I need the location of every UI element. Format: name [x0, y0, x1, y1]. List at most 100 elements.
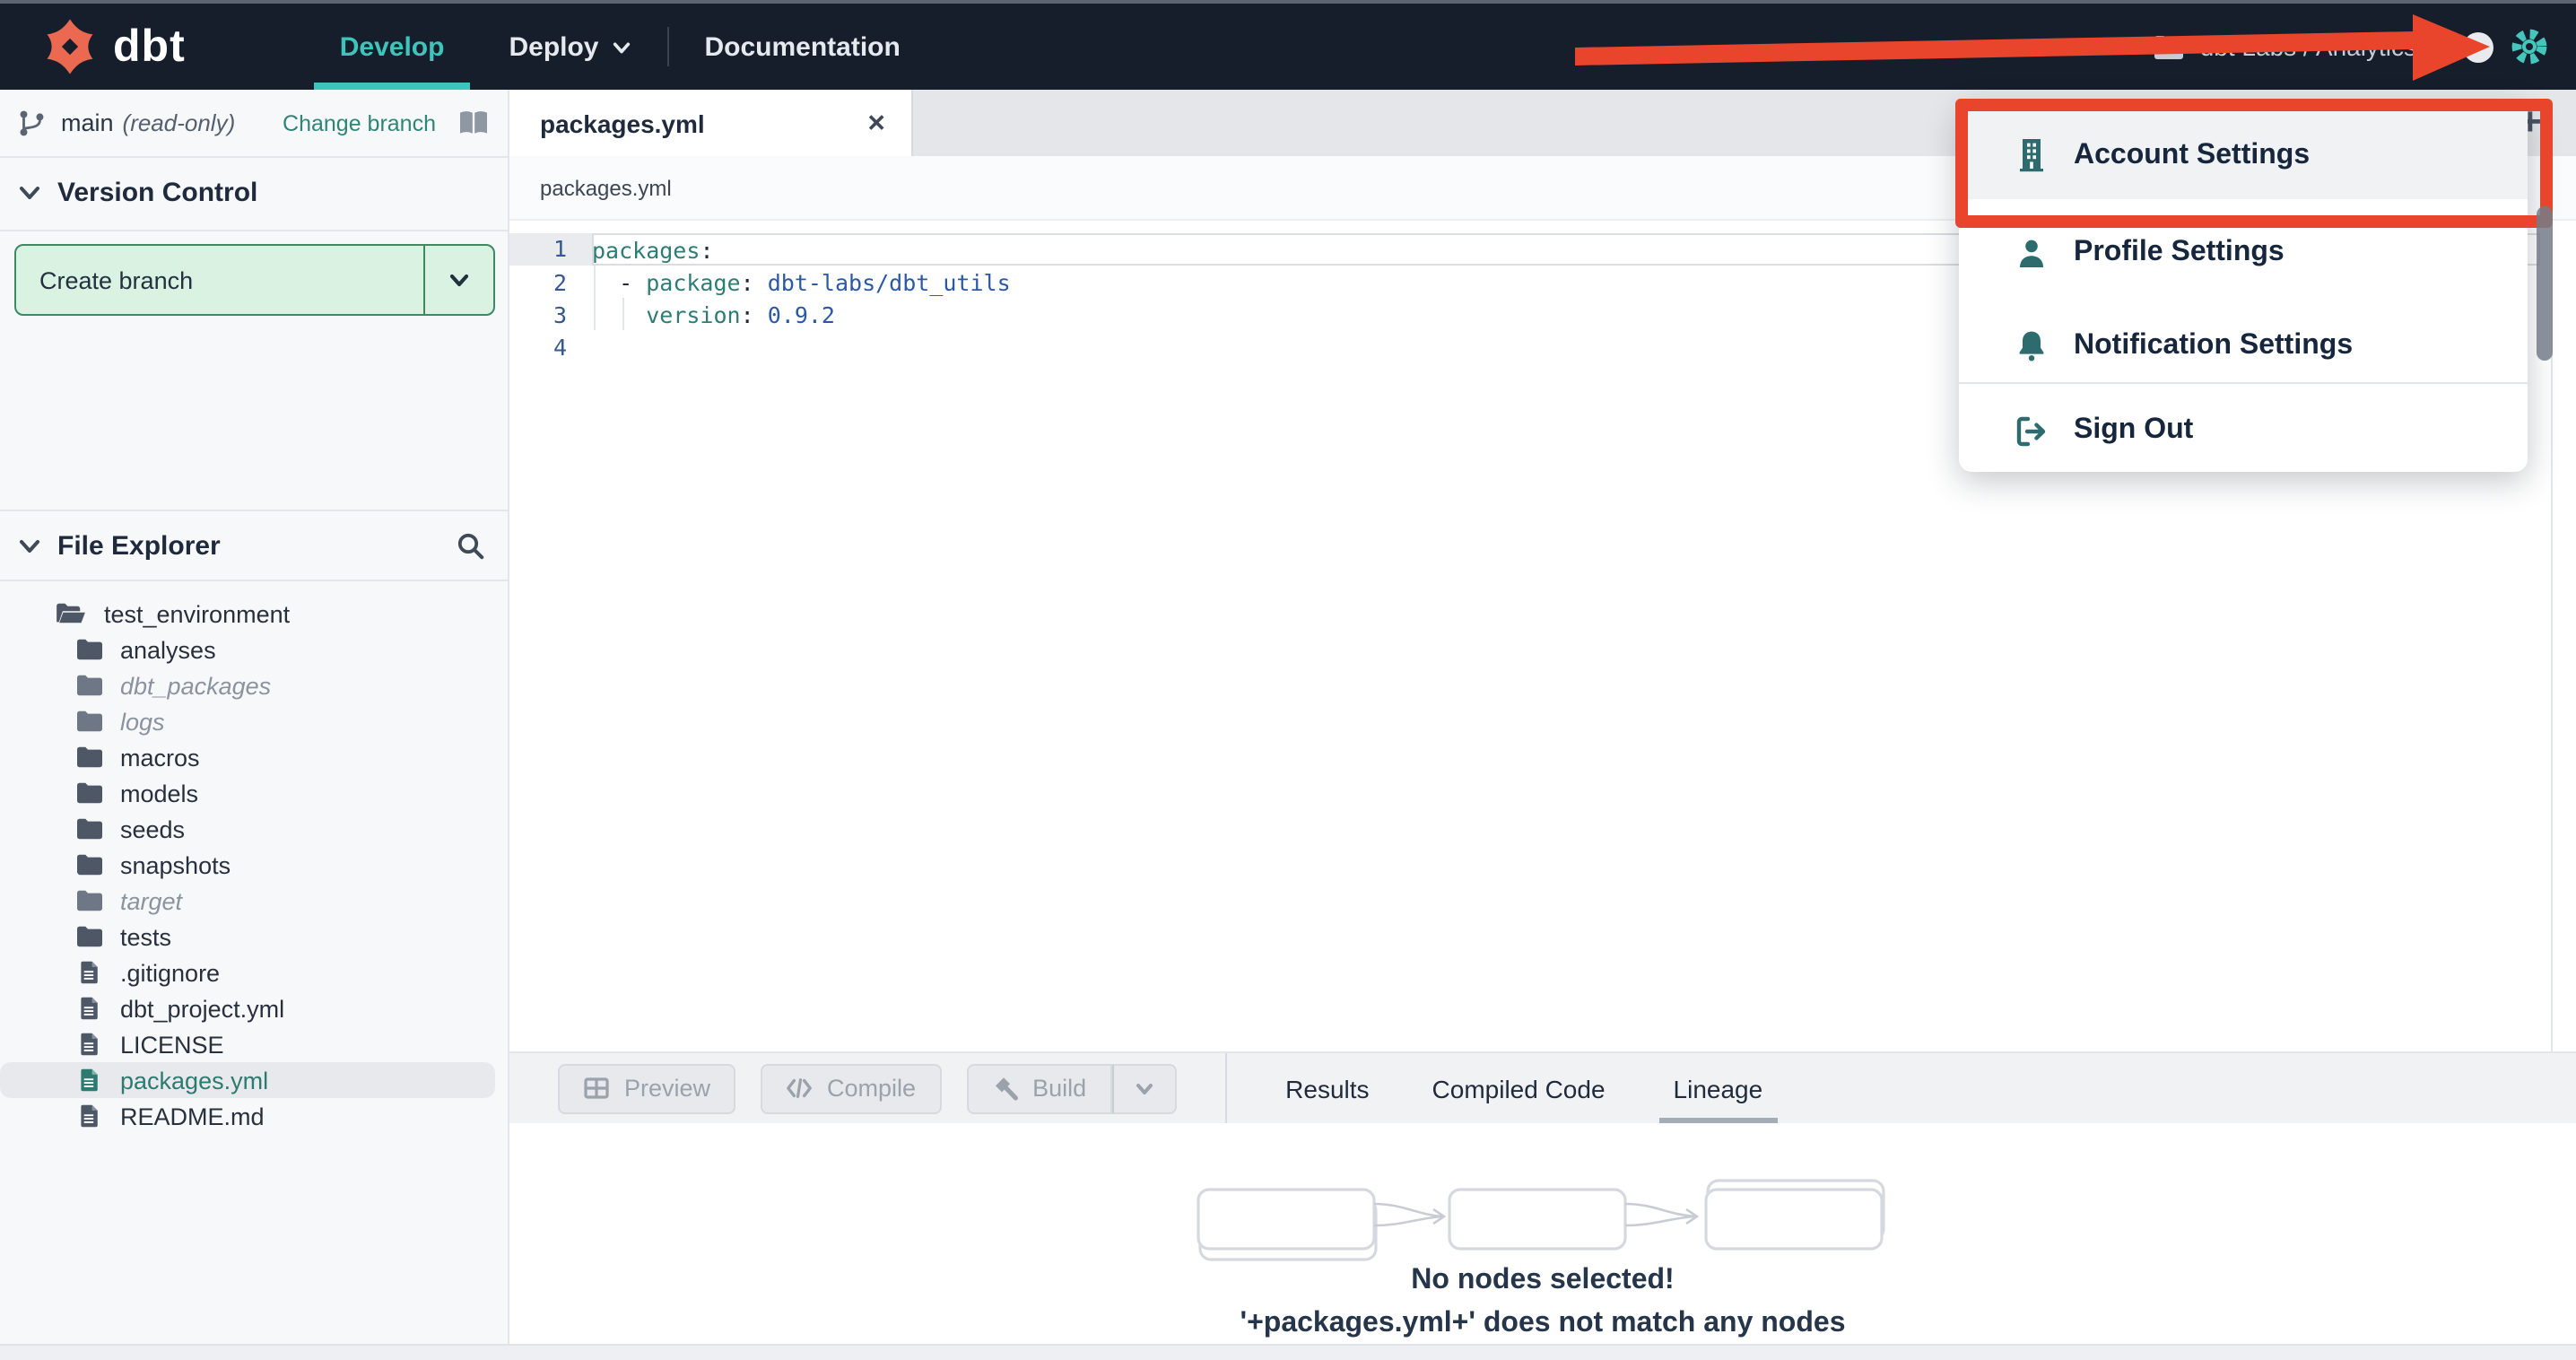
- version-control-title: Version Control: [57, 178, 258, 208]
- scrollbar-thumb[interactable]: [2537, 206, 2553, 361]
- sign-out-icon: [2016, 415, 2046, 446]
- bottom-action-bar: Preview Compile Build Results Compiled C…: [509, 1051, 2576, 1124]
- tree-item-folder[interactable]: analyses: [0, 632, 508, 667]
- chevron-down-icon: [1136, 1083, 1153, 1094]
- navbar-divider: [666, 27, 669, 66]
- file-icon: [81, 1068, 98, 1092]
- folder-icon: [77, 890, 102, 911]
- create-branch-dropdown-toggle[interactable]: [423, 246, 493, 314]
- branch-row: main (read-only) Change branch: [0, 90, 508, 158]
- tree-item-folder[interactable]: test_environment: [0, 596, 508, 632]
- indent-guide: [594, 266, 596, 330]
- tab-packages-yml[interactable]: packages.yml ✕: [509, 90, 913, 156]
- folder-icon: [77, 639, 102, 660]
- lineage-message-title: No nodes selected!: [1411, 1265, 1675, 1295]
- top-navbar: dbt Develop Deploy Documentation dbt Lab…: [0, 4, 2576, 90]
- hammer-icon: [991, 1075, 1018, 1102]
- line-number: 3: [553, 301, 567, 327]
- file-explorer-title: File Explorer: [57, 530, 221, 561]
- screenshot: dbt Develop Deploy Documentation dbt Lab…: [0, 0, 2576, 1360]
- tree-item-file-selected[interactable]: packages.yml: [0, 1062, 495, 1098]
- gear-icon[interactable]: [2510, 27, 2549, 66]
- nav-tab-deploy[interactable]: Deploy: [483, 4, 656, 90]
- tree-item-folder[interactable]: target: [0, 883, 508, 919]
- build-button-group: Build: [966, 1063, 1177, 1113]
- change-branch-link[interactable]: Change branch: [283, 110, 436, 135]
- develop-active-underline: [314, 83, 470, 90]
- line-number: 4: [553, 333, 567, 360]
- tree-item-file[interactable]: .gitignore: [0, 955, 508, 990]
- file-icon: [81, 997, 98, 1020]
- code-brackets-icon: [786, 1075, 813, 1102]
- folder-icon: [77, 854, 102, 876]
- left-sidebar: main (read-only) Change branch Version C…: [0, 90, 509, 1344]
- folder-icon: [77, 926, 102, 947]
- breadcrumb-file[interactable]: packages.yml: [540, 175, 672, 200]
- file-tree: test_environment analyses dbt_packages l…: [0, 596, 508, 1134]
- chevron-down-icon: [449, 274, 469, 287]
- nav-tab-develop[interactable]: Develop: [314, 4, 470, 90]
- create-branch-button[interactable]: Create branch: [14, 244, 495, 316]
- close-icon[interactable]: ✕: [866, 109, 886, 137]
- build-dropdown-toggle[interactable]: [1111, 1063, 1177, 1113]
- file-icon: [81, 1104, 98, 1128]
- lineage-panel: No nodes selected! '+packages.yml+' does…: [509, 1123, 2576, 1360]
- book-icon[interactable]: [457, 109, 490, 136]
- folder-icon: [77, 746, 102, 768]
- navbar-right: dbt Labs / Analytics: [2154, 27, 2576, 66]
- file-icon: [81, 961, 98, 984]
- compile-button[interactable]: Compile: [761, 1063, 942, 1113]
- menu-item-sign-out[interactable]: Sign Out: [1959, 384, 2528, 477]
- annotation-highlight-box: [1955, 99, 2553, 228]
- folder-open-icon: [57, 603, 85, 623]
- bottom-strip: [0, 1344, 2576, 1360]
- tree-item-folder[interactable]: seeds: [0, 811, 508, 847]
- tree-item-file[interactable]: LICENSE: [0, 1026, 508, 1062]
- tab-compiled-code[interactable]: Compiled Code: [1429, 1052, 1609, 1124]
- bell-icon: [2019, 330, 2044, 361]
- tree-item-folder[interactable]: logs: [0, 703, 508, 739]
- nav-tab-documentation[interactable]: Documentation: [680, 4, 926, 90]
- chevron-down-icon: [20, 187, 39, 199]
- tree-item-file[interactable]: README.md: [0, 1098, 508, 1134]
- account-breadcrumb[interactable]: dbt Labs / Analytics: [2154, 32, 2416, 61]
- dbt-logo-icon: [47, 19, 93, 74]
- panel-divider: [1224, 1052, 1227, 1124]
- git-branch-icon: [20, 110, 44, 136]
- current-branch-name: main: [61, 109, 114, 136]
- line-number: 1: [509, 233, 592, 266]
- dbt-logo-text: dbt: [113, 21, 186, 71]
- tree-item-folder[interactable]: models: [0, 775, 508, 811]
- preview-button[interactable]: Preview: [558, 1063, 736, 1113]
- chevron-down-icon: [20, 539, 39, 552]
- chevron-down-icon: [613, 41, 630, 53]
- lineage-message-detail: '+packages.yml+' does not match any node…: [1240, 1308, 1846, 1338]
- build-button[interactable]: Build: [966, 1063, 1112, 1113]
- folder-icon: [77, 782, 102, 804]
- dbt-logo[interactable]: dbt: [39, 16, 186, 77]
- person-icon: [2020, 239, 2043, 266]
- tree-item-folder[interactable]: snapshots: [0, 847, 508, 883]
- table-grid-icon: [583, 1075, 610, 1102]
- tree-item-file[interactable]: dbt_project.yml: [0, 990, 508, 1026]
- file-explorer-header[interactable]: File Explorer: [0, 510, 508, 581]
- tree-item-folder[interactable]: tests: [0, 919, 508, 955]
- dbt-cloud-ide: dbt Develop Deploy Documentation dbt Lab…: [0, 0, 2576, 1360]
- tab-results[interactable]: Results: [1282, 1052, 1372, 1124]
- folder-icon: [77, 675, 102, 696]
- indent-guide: [622, 298, 624, 330]
- help-icon[interactable]: [2463, 31, 2493, 62]
- line-number: 2: [553, 268, 567, 295]
- lineage-empty-graph: [1197, 1179, 1885, 1261]
- folder-icon: [77, 711, 102, 732]
- tab-lineage[interactable]: Lineage: [1658, 1052, 1778, 1124]
- tree-item-folder[interactable]: dbt_packages: [0, 667, 508, 703]
- file-icon: [81, 1033, 98, 1056]
- branch-readonly-label: (read-only): [122, 109, 236, 136]
- search-icon[interactable]: [456, 530, 486, 561]
- menu-item-notification-settings[interactable]: Notification Settings: [1959, 300, 2528, 393]
- version-control-header[interactable]: Version Control: [0, 156, 508, 231]
- folder-icon: [2154, 35, 2184, 58]
- tree-item-folder[interactable]: macros: [0, 739, 508, 775]
- folder-icon: [77, 818, 102, 840]
